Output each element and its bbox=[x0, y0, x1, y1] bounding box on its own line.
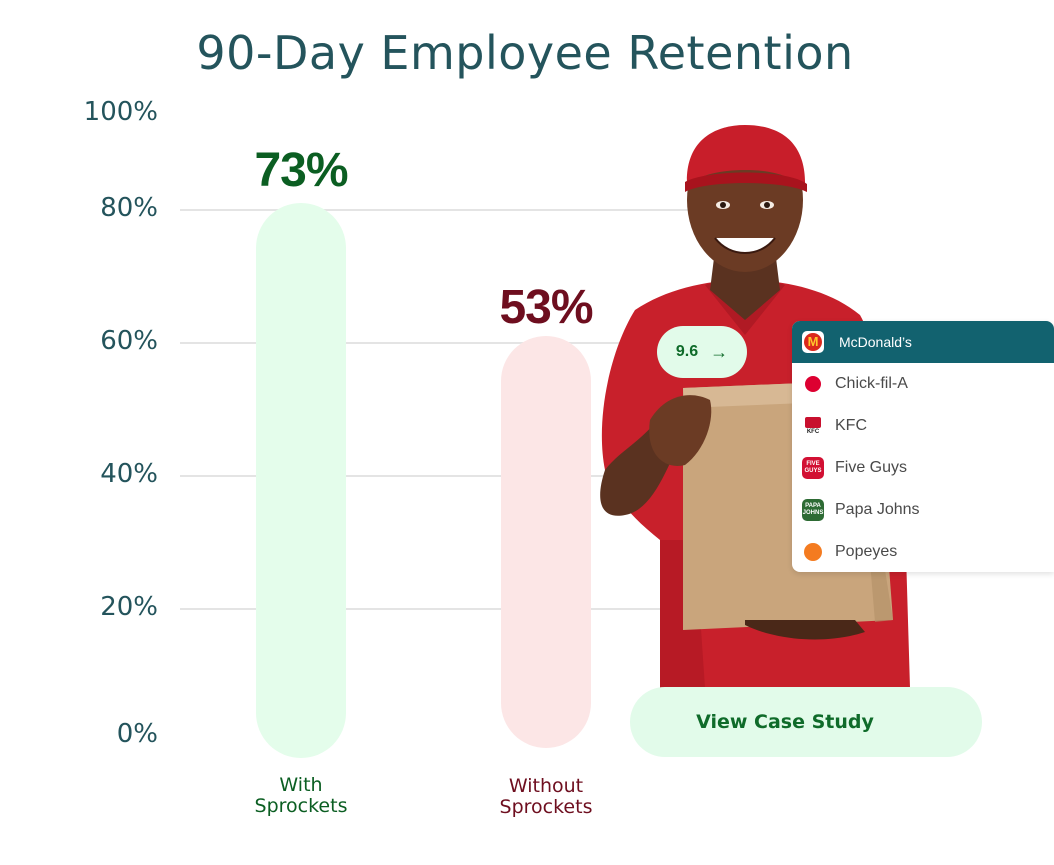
kfc-logo-icon: KFC bbox=[802, 415, 824, 437]
y-tick-label: 60% bbox=[100, 326, 158, 356]
y-tick-label: 0% bbox=[116, 719, 158, 749]
brand-dropdown[interactable]: M McDonald’s Chick-fil-A KFC KFC FIVE GUYS Fiv… bbox=[792, 321, 1054, 572]
papa-johns-logo-icon: PAPA JOHNS bbox=[802, 499, 824, 521]
y-tick-label: 20% bbox=[100, 592, 158, 622]
score-value: 9.6 bbox=[675, 343, 699, 360]
score-pill[interactable]: 9.6 → bbox=[657, 326, 747, 378]
chick-fil-a-logo-icon bbox=[802, 373, 824, 395]
popeyes-logo-icon bbox=[802, 541, 824, 563]
dropdown-item-mcdonalds[interactable]: M McDonald’s bbox=[792, 321, 1054, 363]
dropdown-item-five-guys[interactable]: FIVE GUYS Five Guys bbox=[792, 447, 1054, 489]
arrow-right-icon: → bbox=[710, 341, 729, 362]
dropdown-item-label: KFC bbox=[835, 417, 867, 434]
y-tick-label: 100% bbox=[83, 97, 158, 127]
view-case-study-button[interactable]: View Case Study bbox=[630, 687, 982, 757]
dropdown-item-kfc[interactable]: KFC KFC bbox=[792, 405, 1054, 447]
y-tick-label: 40% bbox=[100, 459, 158, 489]
dropdown-item-papa-johns[interactable]: PAPA JOHNS Papa Johns bbox=[792, 489, 1054, 531]
dropdown-item-label: Chick-fil-A bbox=[835, 375, 908, 392]
dropdown-item-label: McDonald’s bbox=[839, 334, 912, 350]
chart-title: 90-Day Employee Retention bbox=[196, 26, 854, 80]
dropdown-item-label: Popeyes bbox=[835, 543, 898, 560]
bar-with-sprockets bbox=[256, 203, 346, 758]
y-tick-label: 80% bbox=[100, 193, 158, 223]
dropdown-item-label: Papa Johns bbox=[835, 501, 920, 518]
category-label: Without Sprockets bbox=[499, 775, 593, 818]
category-label: With Sprockets bbox=[254, 774, 348, 817]
five-guys-logo-icon: FIVE GUYS bbox=[802, 457, 824, 479]
dropdown-item-popeyes[interactable]: Popeyes bbox=[792, 531, 1054, 572]
mcdonalds-logo-icon: M bbox=[802, 331, 824, 353]
dropdown-item-chick-fil-a[interactable]: Chick-fil-A bbox=[792, 363, 1054, 405]
dropdown-item-label: Five Guys bbox=[835, 459, 908, 476]
bar-value-label: 73% bbox=[254, 144, 348, 197]
